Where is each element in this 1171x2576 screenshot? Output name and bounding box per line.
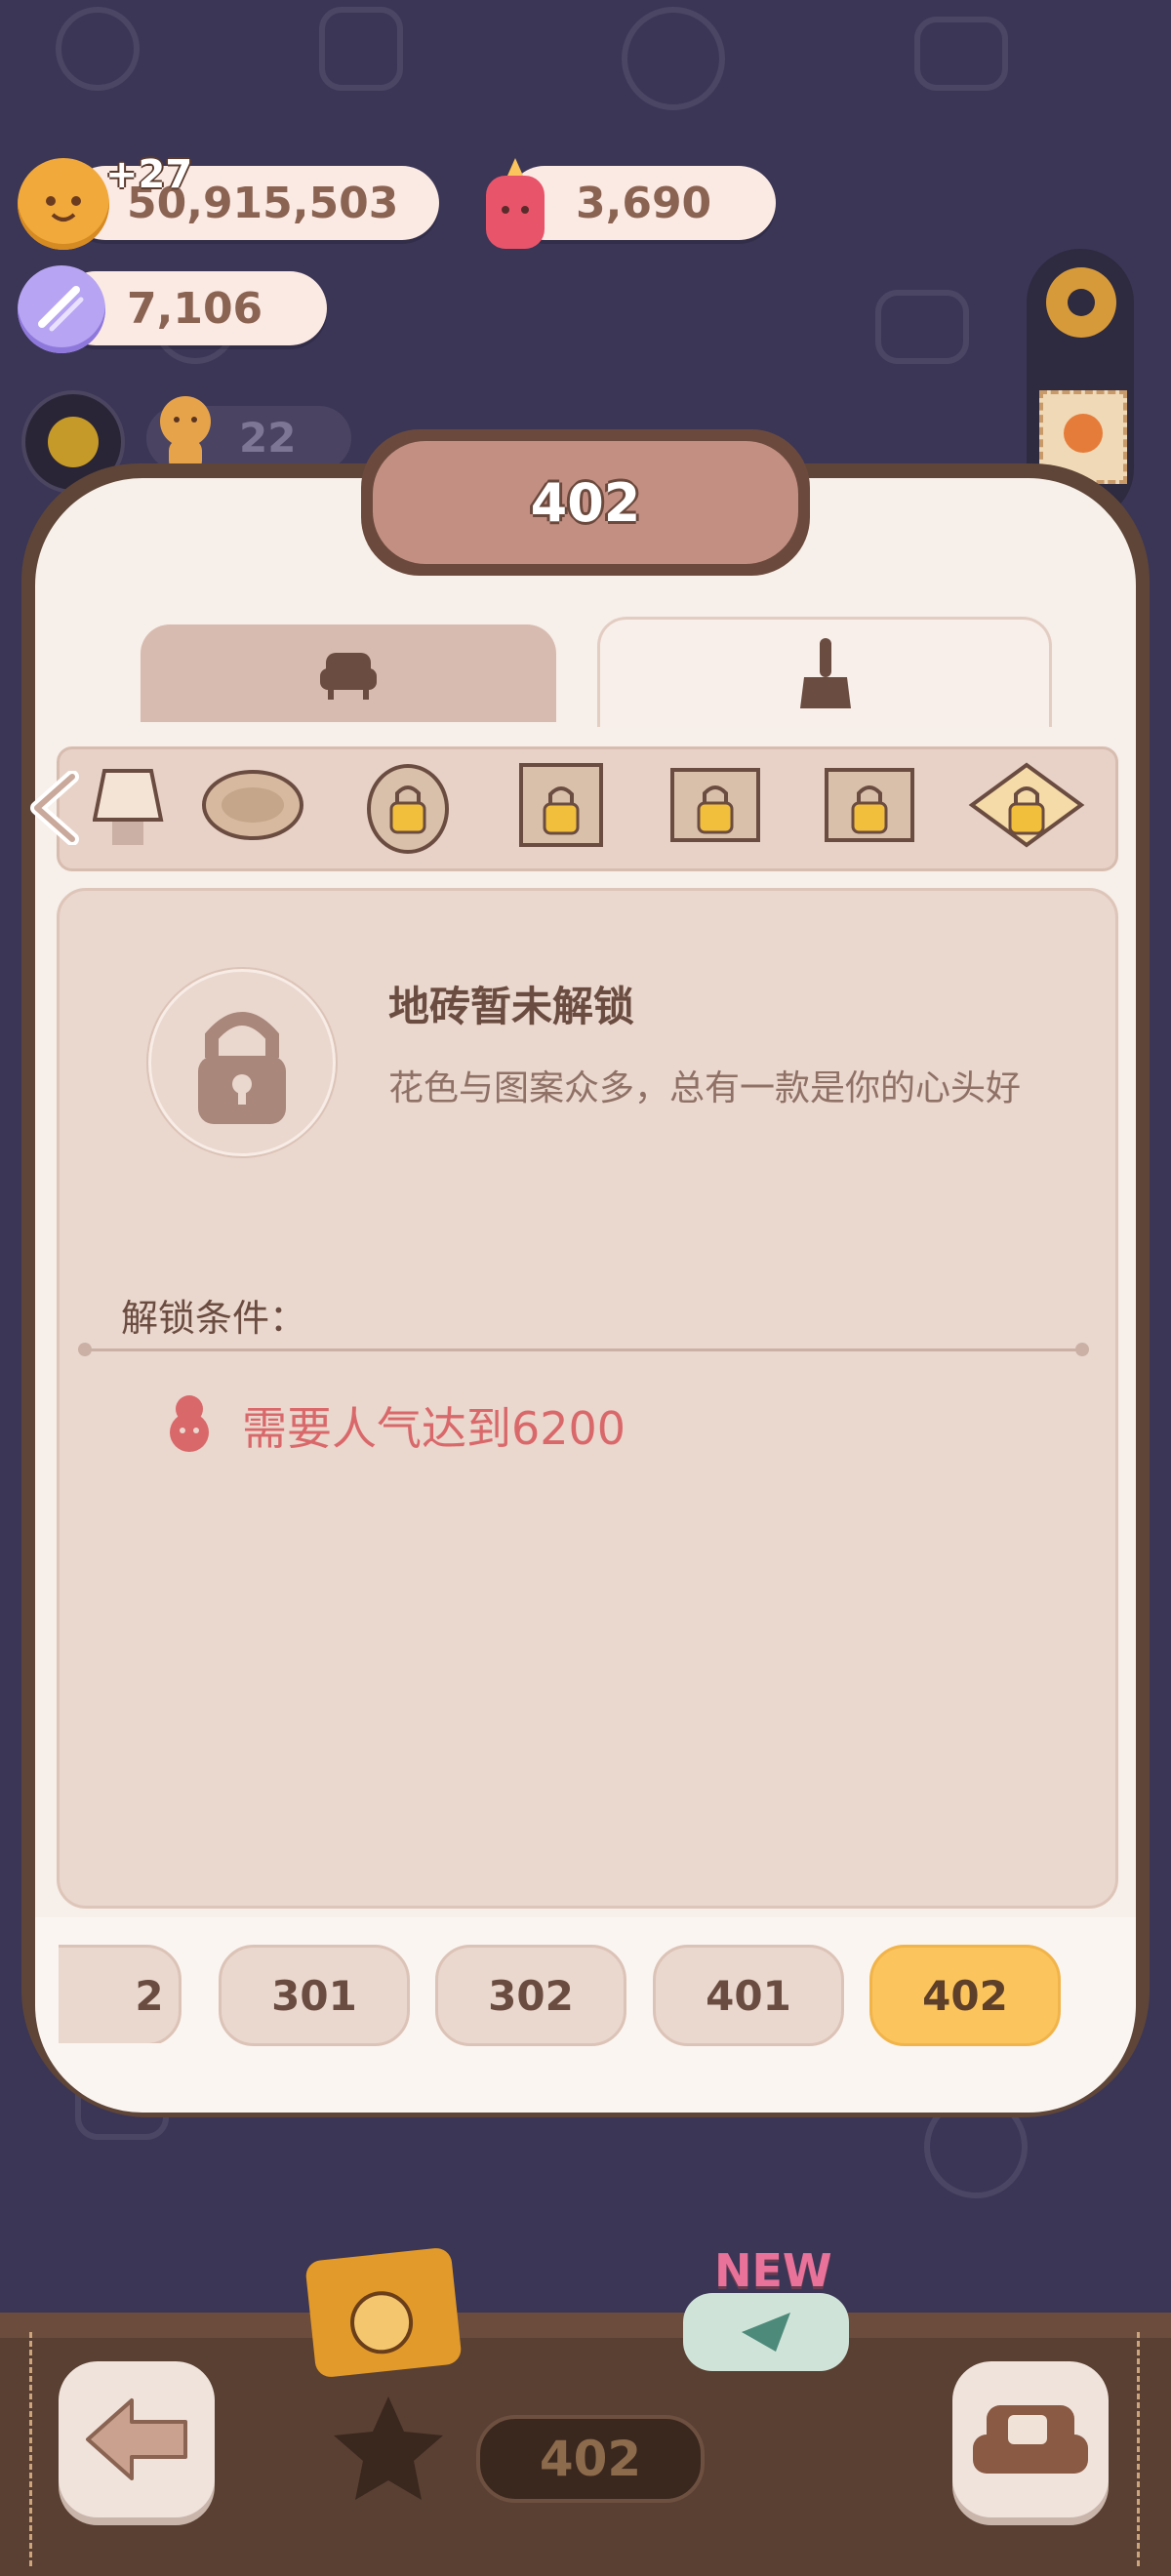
footer-rope xyxy=(1137,2332,1144,2566)
coin-gain: +27 xyxy=(105,152,193,197)
lock-icon xyxy=(198,1012,286,1124)
dialog-title: 402 xyxy=(373,441,798,564)
locked-diamond-icon[interactable] xyxy=(966,761,1087,849)
locked-frame-icon[interactable] xyxy=(816,761,923,849)
locked-frame-icon[interactable] xyxy=(662,761,769,849)
lamp-icon[interactable] xyxy=(78,761,185,849)
visitor-value: 22 xyxy=(239,414,297,462)
footer-rope xyxy=(29,2332,36,2566)
cookie-coin-icon xyxy=(18,158,109,250)
recipe-book-icon[interactable] xyxy=(304,2246,463,2379)
send-icon[interactable] xyxy=(683,2293,849,2371)
footer-edge xyxy=(0,2313,1171,2338)
round-rug-icon[interactable] xyxy=(200,761,305,849)
star-icon xyxy=(328,2391,449,2508)
back-arrow-icon xyxy=(86,2398,187,2480)
tab-decor[interactable] xyxy=(597,617,1052,727)
gem-value: 3,690 xyxy=(576,178,712,228)
locked-round-icon[interactable] xyxy=(354,761,462,854)
room-tab-clip: 2 xyxy=(59,1942,190,2043)
divider-dot xyxy=(78,1343,92,1356)
condition-text: 需要人气达到6200 xyxy=(242,1402,626,1455)
furniture-button[interactable] xyxy=(952,2361,1109,2517)
back-button[interactable] xyxy=(59,2361,215,2517)
sofa-icon xyxy=(973,2405,1088,2474)
candy-value: 7,106 xyxy=(127,283,263,334)
popularity-icon xyxy=(162,1391,217,1454)
new-badge: NEW xyxy=(714,2244,832,2297)
room-tab[interactable]: 2 xyxy=(59,1945,182,2043)
locked-heading: 地砖暂未解锁 xyxy=(388,983,635,1030)
armchair-icon xyxy=(320,653,377,700)
condition-divider xyxy=(82,1348,1087,1351)
room-tab[interactable]: 301 xyxy=(219,1945,410,2046)
tab-furniture[interactable] xyxy=(141,624,556,722)
room-tab-active[interactable]: 402 xyxy=(869,1945,1061,2046)
locked-description: 花色与图案众多，总有一款是你的心头好 xyxy=(388,1068,1022,1108)
brush-icon xyxy=(800,638,851,708)
settings-gear-icon[interactable] xyxy=(1034,256,1128,349)
strawberry-candle-icon xyxy=(476,156,554,254)
divider-dot xyxy=(1075,1343,1089,1356)
locked-frame-icon[interactable] xyxy=(507,761,615,849)
room-tab[interactable]: 302 xyxy=(435,1945,626,2046)
room-tab[interactable]: 401 xyxy=(653,1945,844,2046)
condition-label: 解锁条件： xyxy=(121,1297,307,1340)
lock-badge xyxy=(148,969,336,1156)
scroll-left-button[interactable] xyxy=(27,770,82,846)
candy-icon xyxy=(18,265,105,353)
current-room-label: 402 xyxy=(476,2415,705,2503)
